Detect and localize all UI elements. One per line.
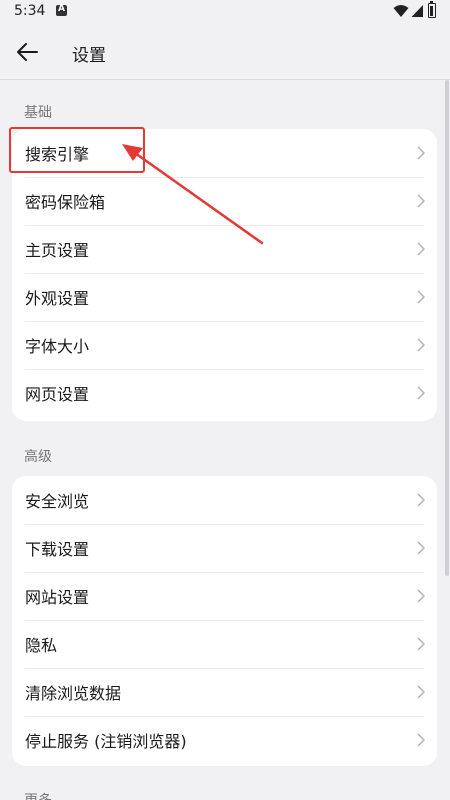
chevron-right-icon (417, 386, 425, 400)
settings-item-webpage[interactable]: 网页设置 (12, 369, 437, 417)
settings-item-label: 停止服务 (注销浏览器) (25, 732, 187, 751)
settings-item-label: 主页设置 (25, 241, 90, 260)
wifi-icon (393, 5, 409, 17)
settings-item-stop-service[interactable]: 停止服务 (注销浏览器) (12, 716, 437, 764)
chevron-right-icon (417, 733, 425, 747)
chevron-right-icon (417, 541, 425, 555)
settings-item-label: 网站设置 (25, 588, 90, 607)
settings-item-label: 隐私 (25, 636, 58, 655)
chevron-right-icon (417, 685, 425, 699)
settings-item-privacy[interactable]: 隐私 (12, 620, 437, 668)
chevron-right-icon (417, 290, 425, 304)
section-label-basic: 基础 (24, 105, 52, 121)
scrollbar[interactable] (445, 80, 449, 576)
chevron-right-icon (417, 194, 425, 208)
advanced-settings-card: 安全浏览 下载设置 网站设置 隐私 清除浏览数据 停止服务 (注销浏览器) (12, 476, 437, 766)
chevron-right-icon (417, 493, 425, 507)
settings-item-appearance[interactable]: 外观设置 (12, 273, 437, 321)
notification-app-icon (56, 4, 67, 16)
chevron-right-icon (417, 242, 425, 256)
section-label-more: 更多 (24, 790, 52, 800)
chevron-right-icon (417, 589, 425, 603)
app-bar: 设置 (0, 24, 450, 80)
signal-icon (411, 5, 423, 17)
settings-item-label: 下载设置 (25, 540, 90, 559)
settings-item-label: 安全浏览 (25, 492, 90, 511)
chevron-right-icon (417, 146, 425, 160)
settings-item-homepage[interactable]: 主页设置 (12, 225, 437, 273)
settings-item-label: 外观设置 (25, 289, 90, 308)
settings-item-site-settings[interactable]: 网站设置 (12, 572, 437, 620)
settings-item-downloads[interactable]: 下载设置 (12, 524, 437, 572)
settings-item-label: 字体大小 (25, 337, 90, 356)
status-time: 5:34 (14, 3, 46, 19)
settings-item-label: 网页设置 (25, 385, 90, 404)
battery-icon (428, 1, 436, 18)
back-button[interactable] (10, 36, 44, 68)
settings-item-label: 清除浏览数据 (25, 684, 122, 703)
settings-item-password-vault[interactable]: 密码保险箱 (12, 177, 437, 225)
settings-screen: 5:34 设置 基础 搜索引擎 密码保险箱 主页设置 (0, 0, 450, 800)
chevron-right-icon (417, 338, 425, 352)
section-label-advanced: 高级 (24, 449, 52, 465)
page-title: 设置 (72, 46, 106, 66)
arrow-left-icon (17, 43, 38, 61)
settings-item-safe-browsing[interactable]: 安全浏览 (12, 476, 437, 524)
settings-item-font-size[interactable]: 字体大小 (12, 321, 437, 369)
settings-item-clear-browsing-data[interactable]: 清除浏览数据 (12, 668, 437, 716)
status-bar: 5:34 (0, 0, 450, 24)
highlight-box (9, 127, 145, 173)
settings-item-label: 密码保险箱 (25, 193, 106, 212)
chevron-right-icon (417, 637, 425, 651)
